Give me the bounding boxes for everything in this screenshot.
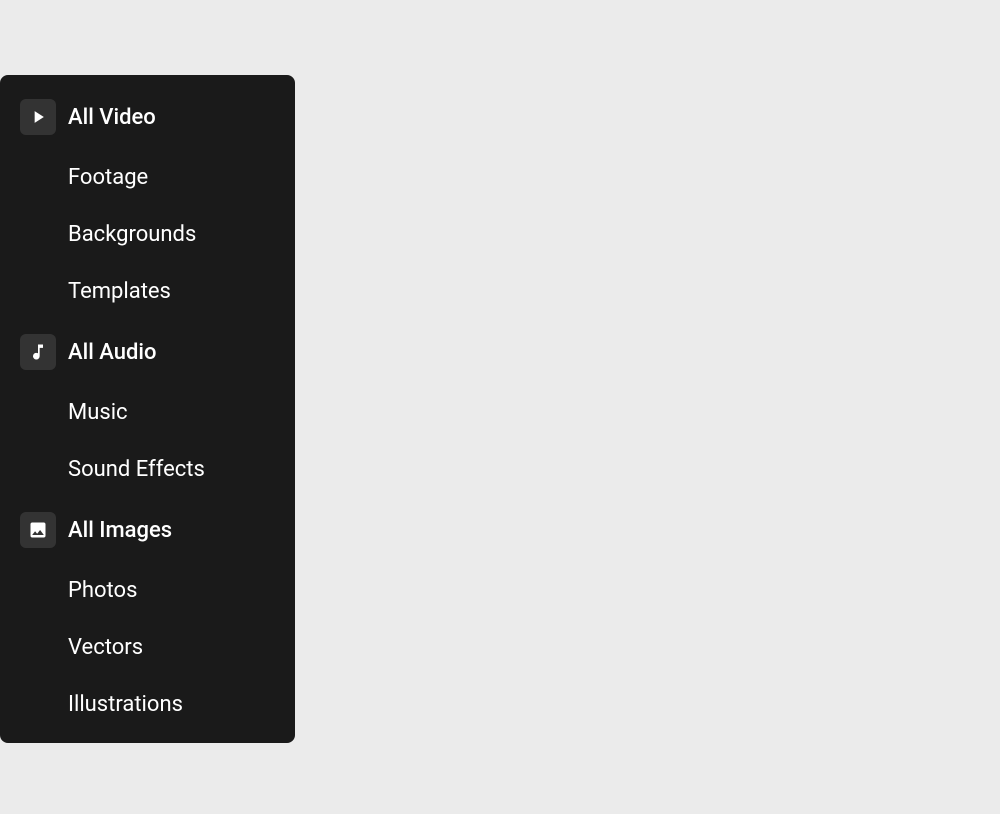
sidebar-section-video-label: All Video — [68, 105, 156, 130]
sidebar-item-illustrations[interactable]: Illustrations — [0, 676, 295, 733]
image-icon — [20, 512, 56, 548]
sidebar-item-vectors[interactable]: Vectors — [0, 619, 295, 676]
sidebar-section-audio-label: All Audio — [68, 340, 156, 365]
sidebar-section-images-label: All Images — [68, 518, 172, 543]
sidebar: All Video Footage Backgrounds Templates … — [0, 75, 295, 743]
music-icon — [20, 334, 56, 370]
play-icon — [20, 99, 56, 135]
sidebar-section-images[interactable]: All Images — [0, 498, 295, 562]
sidebar-section-video[interactable]: All Video — [0, 85, 295, 149]
sidebar-item-footage[interactable]: Footage — [0, 149, 295, 206]
sidebar-item-templates[interactable]: Templates — [0, 263, 295, 320]
main-content — [310, 0, 1000, 814]
sidebar-item-backgrounds[interactable]: Backgrounds — [0, 206, 295, 263]
sidebar-section-audio[interactable]: All Audio — [0, 320, 295, 384]
sidebar-item-sound-effects[interactable]: Sound Effects — [0, 441, 295, 498]
sidebar-item-music[interactable]: Music — [0, 384, 295, 441]
sidebar-item-photos[interactable]: Photos — [0, 562, 295, 619]
